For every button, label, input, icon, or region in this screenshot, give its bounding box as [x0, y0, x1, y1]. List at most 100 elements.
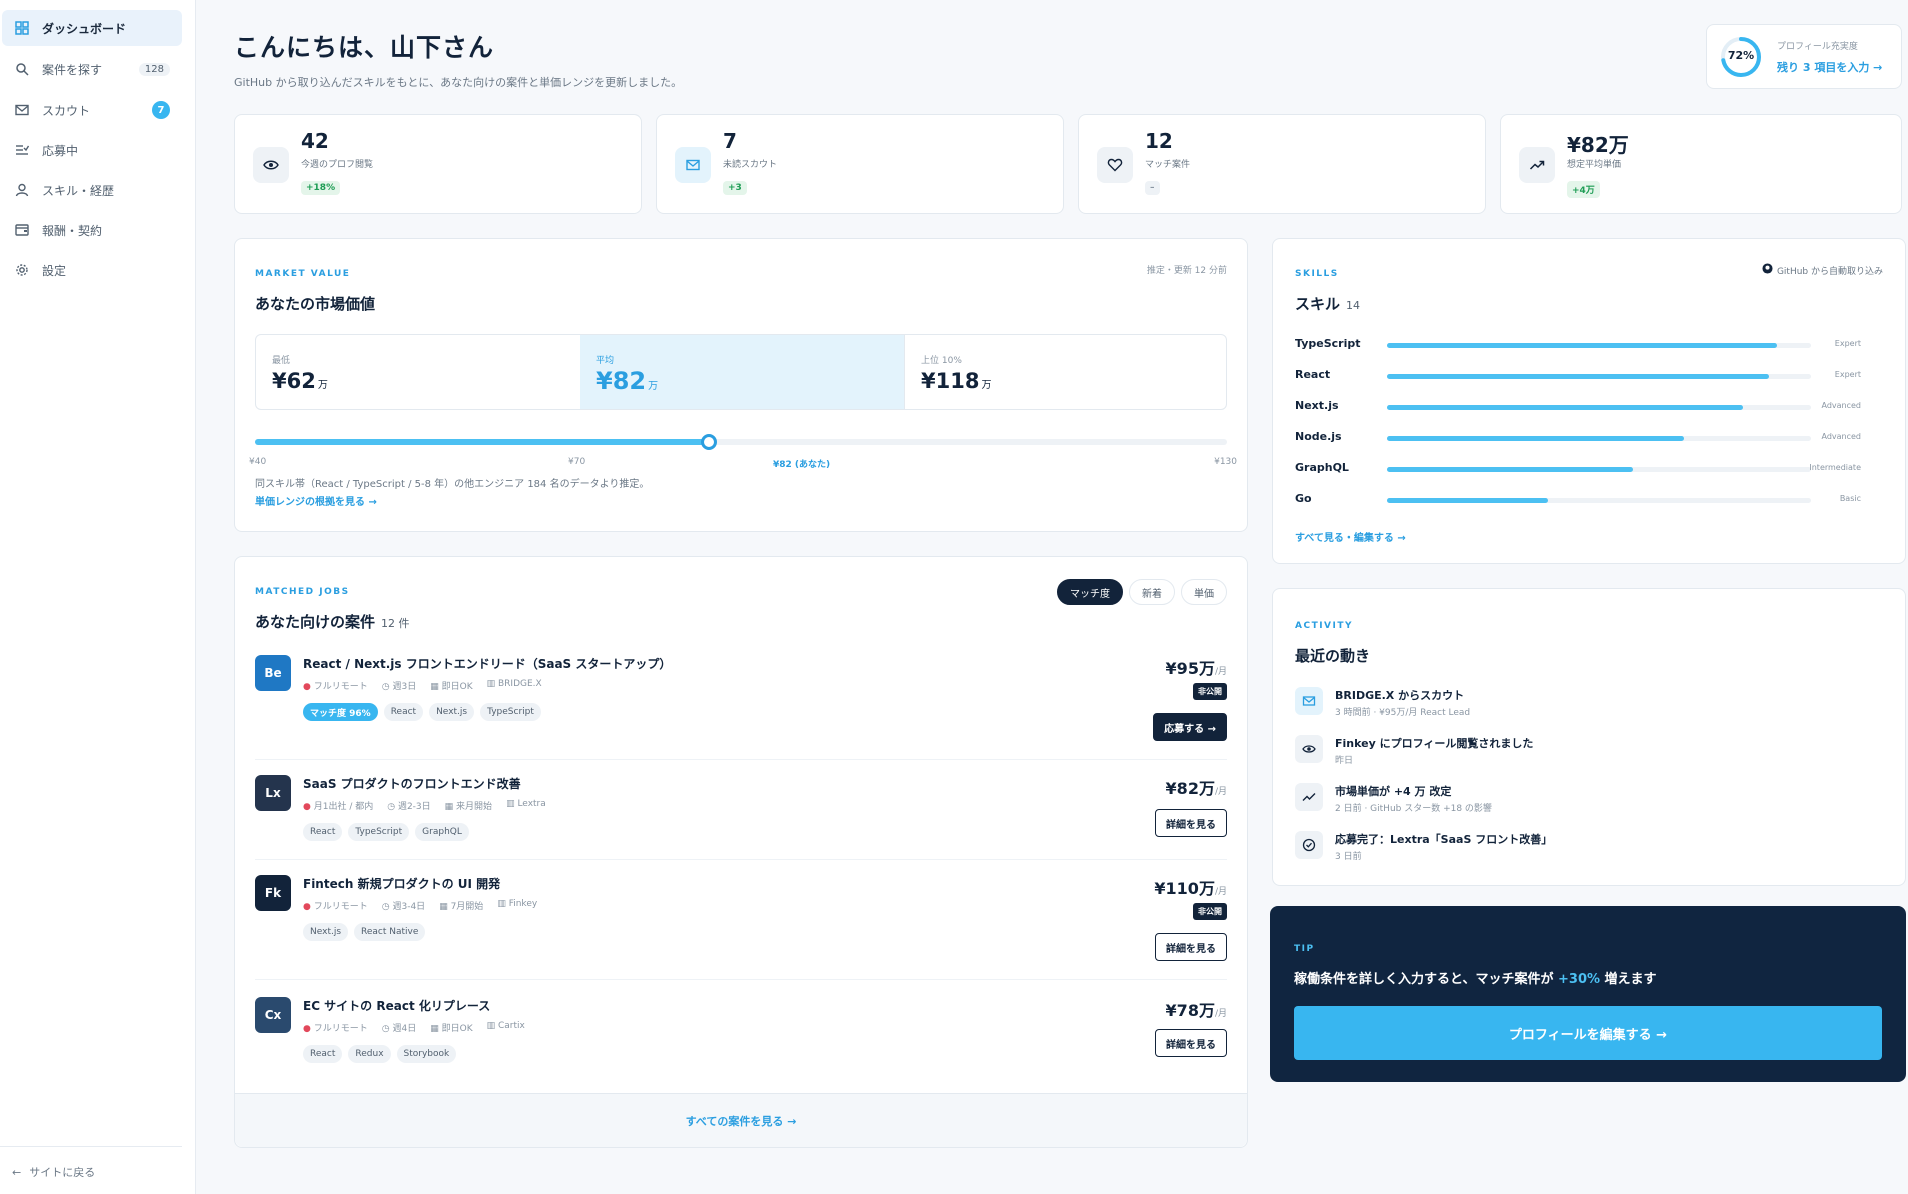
apply-button[interactable]: 応募する →: [1153, 713, 1227, 741]
profile-completion-card[interactable]: 72% プロフィール充実度 残り 3 項目を入力 →: [1706, 24, 1902, 89]
sidebar-item-label: スカウト: [42, 103, 91, 118]
skill-name: Node.js: [1295, 430, 1342, 443]
edit-skills-link[interactable]: すべて見る・編集する →: [1295, 529, 1406, 544]
meta-text: Finkey: [508, 899, 538, 909]
trend-icon: [1295, 783, 1323, 811]
activity-item[interactable]: Finkey にプロフィール閲覧されました 昨日: [1295, 733, 1885, 773]
details-button[interactable]: 詳細を見る: [1155, 1029, 1227, 1057]
jobs-count: 12 件: [381, 617, 410, 630]
tick-label-you: ¥82 (あなた): [773, 460, 831, 470]
sort-match[interactable]: マッチ度: [1057, 579, 1123, 605]
view-all-jobs-link[interactable]: すべての案件を見る →: [235, 1093, 1247, 1147]
edit-profile-button[interactable]: プロフィールを編集する →: [1294, 1006, 1882, 1060]
sidebar: ダッシュボード 案件を探す 128 スカウト 7 応募中 スキル・経歴 報酬・契…: [0, 0, 196, 1194]
activity-item[interactable]: BRIDGE.X からスカウト 3 時間前 · ¥95万/月 React Lea…: [1295, 685, 1885, 725]
skill-name: React: [1295, 368, 1331, 381]
start-date: ▦ 来月開始: [445, 799, 492, 812]
skill-bar: [1387, 343, 1811, 348]
details-button[interactable]: 詳細を見る: [1155, 933, 1227, 961]
profile-complete-link[interactable]: 残り 3 項目を入力 →: [1777, 59, 1882, 75]
start-date: ▦ 即日OK: [430, 679, 472, 692]
sidebar-item-contracts[interactable]: 報酬・契約: [2, 212, 182, 248]
sidebar-item-scout[interactable]: スカウト 7: [2, 92, 182, 128]
skill-tag: React: [303, 1045, 343, 1063]
activity-item[interactable]: 応募完了：Lextra「SaaS フロント改善」 3 日前: [1295, 829, 1885, 869]
section-kicker: ACTIVITY: [1295, 621, 1354, 631]
skill-level: Basic: [1839, 494, 1861, 503]
unit: 万: [981, 380, 992, 391]
stat-value: 7: [723, 129, 737, 153]
stat-value: ¥82万: [1567, 133, 1629, 157]
grid-icon: [14, 20, 30, 36]
job-item[interactable]: Be React / Next.js フロントエンドリード（SaaS スタートア…: [255, 655, 1227, 745]
unit: 万: [317, 380, 328, 391]
sort-rate[interactable]: 単価: [1181, 579, 1227, 605]
pin-icon: ●: [303, 682, 311, 692]
unit: /月: [1214, 1009, 1227, 1019]
price: ¥110万: [1154, 879, 1215, 898]
job-item[interactable]: Cx EC サイトの React 化リプレース ● フルリモート ◷ 週4日 ▦…: [255, 997, 1227, 1077]
sidebar-item-label: 案件を探す: [42, 62, 103, 77]
skill-bar: [1387, 405, 1811, 410]
job-meta: ● フルリモート ◷ 週4日 ▦ 即日OK ▥ Cartix: [303, 1021, 525, 1034]
company: ▥ Lextra: [506, 799, 546, 812]
company-logo: Be: [255, 655, 291, 691]
sidebar-item-dashboard[interactable]: ダッシュボード: [2, 10, 182, 46]
job-item[interactable]: Fk Fintech 新規プロダクトの UI 開発 ● フルリモート ◷ 週3-…: [255, 875, 1227, 965]
start-date: ▦ 即日OK: [430, 1021, 472, 1034]
skills-count: 14: [1346, 299, 1361, 312]
sidebar-item-settings[interactable]: 設定: [2, 252, 182, 288]
value-amount: ¥62 万: [272, 369, 328, 393]
job-item[interactable]: Lx SaaS プロダクトのフロントエンド改善 ● 月1出社 / 都内 ◷ 週2…: [255, 775, 1227, 855]
company-logo: Fk: [255, 875, 291, 911]
skill-tag: React: [383, 703, 424, 721]
meta-text: BRIDGE.X: [498, 679, 542, 689]
schedule: ◷ 週3-4日: [382, 899, 425, 912]
private-badge: 非公開: [1193, 903, 1227, 920]
section-title: あなたの市場価値: [255, 295, 376, 313]
skill-level: Advanced: [1821, 401, 1861, 410]
activity-title: 市場単価が +4 万 改定: [1335, 785, 1452, 798]
amount: ¥62: [272, 369, 316, 393]
company-logo: Lx: [255, 775, 291, 811]
tip-highlight: +30%: [1558, 972, 1601, 987]
skill-fill: [1387, 467, 1633, 472]
price: ¥82万: [1165, 779, 1215, 798]
tick-label: ¥70: [568, 457, 586, 467]
section-title: スキル 14: [1295, 293, 1360, 314]
github-icon: [1762, 263, 1773, 277]
data-source-note: 同スキル帯（React / TypeScript / 5-8 年）の他エンジニア…: [255, 479, 650, 490]
sort-new[interactable]: 新着: [1129, 579, 1175, 605]
job-title[interactable]: Fintech 新規プロダクトの UI 開発: [303, 875, 500, 892]
meta-text: Cartix: [498, 1021, 525, 1031]
rate-basis-link[interactable]: 単価レンジの根拠を見る →: [255, 493, 377, 508]
value-label: 最低: [272, 356, 291, 366]
sidebar-item-search[interactable]: 案件を探す 128: [2, 51, 182, 87]
skill-name: GraphQL: [1295, 461, 1349, 474]
job-title[interactable]: React / Next.js フロントエンドリード（SaaS スタートアップ）: [303, 655, 671, 672]
back-to-site-link[interactable]: ← サイトに戻る: [12, 1164, 95, 1180]
pin-icon: ●: [303, 902, 311, 912]
stat-label: 今週のプロフ閲覧: [301, 160, 374, 170]
sidebar-item-label: 設定: [42, 263, 67, 278]
value-range-box: 最低 ¥62 万 平均 ¥82 万 上位 10% ¥118 万: [255, 334, 1227, 410]
schedule: ◷ 週2-3日: [387, 799, 430, 812]
wallet-icon: [14, 222, 30, 238]
job-meta: ● フルリモート ◷ 週3-4日 ▦ 7月開始 ▥ Finkey: [303, 899, 537, 912]
sidebar-item-skills[interactable]: スキル・経歴: [2, 172, 182, 208]
job-title[interactable]: SaaS プロダクトのフロントエンド改善: [303, 775, 521, 792]
meta-text: フルリモート: [313, 902, 368, 912]
activity-title: BRIDGE.X からスカウト: [1335, 689, 1465, 702]
tip-text-before: 稼働条件を詳しく入力すると、マッチ案件が: [1294, 972, 1559, 987]
tip-text-after: 増えます: [1600, 972, 1657, 987]
tick-label: ¥130: [1214, 457, 1237, 467]
eye-icon: [253, 147, 289, 183]
user-icon: [14, 182, 30, 198]
job-title[interactable]: EC サイトの React 化リプレース: [303, 997, 490, 1014]
update-note: 推定・更新 12 分前: [1146, 266, 1227, 276]
activity-item[interactable]: 市場単価が +4 万 改定 2 日前 · GitHub スター数 +18 の影響: [1295, 781, 1885, 821]
skill-fill: [1387, 405, 1744, 410]
details-button[interactable]: 詳細を見る: [1155, 809, 1227, 837]
meta-text: 週3-4日: [392, 902, 426, 912]
sidebar-item-applying[interactable]: 応募中: [2, 132, 182, 168]
